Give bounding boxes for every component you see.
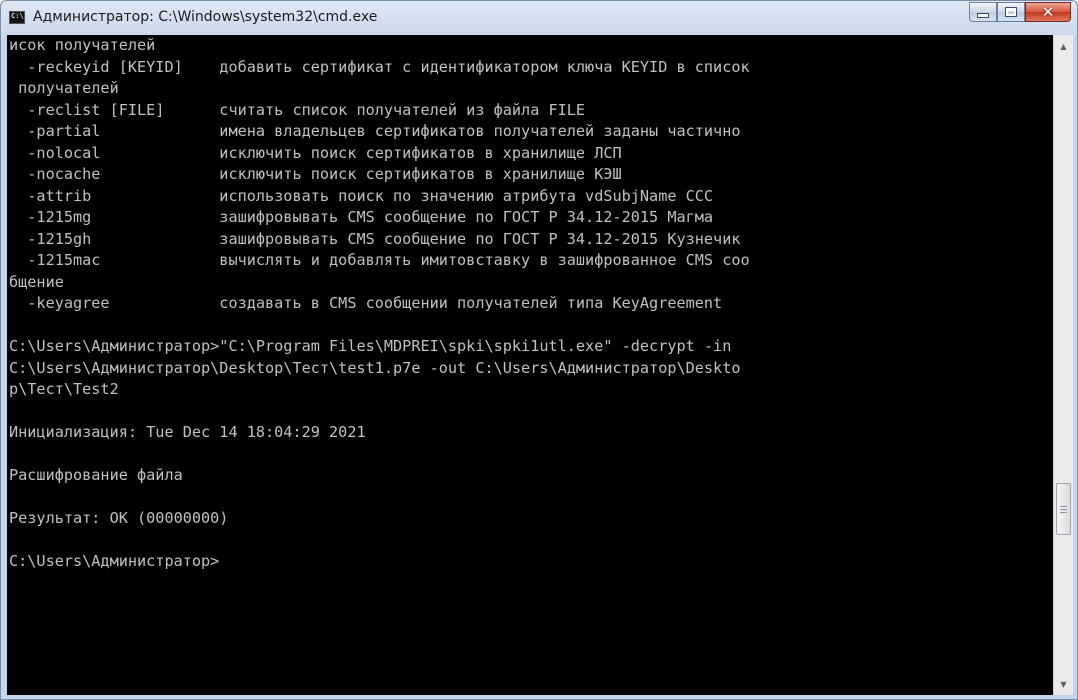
caption-buttons: ✕ — [969, 2, 1071, 22]
scroll-down-arrow-icon: ▼ — [1060, 679, 1067, 689]
console-line: -attrib использовать поиск по значению а… — [9, 186, 714, 205]
console-line: p\Тест\Test2 — [9, 380, 119, 398]
maximize-button[interactable] — [997, 2, 1025, 22]
console-line: C:\Users\Администратор>"C:\Program Files… — [9, 337, 732, 355]
console-line: -partial имена владельцев сертификатов п… — [9, 122, 741, 140]
grip-icon — [1060, 505, 1067, 513]
console-line: -1215gh зашифровывать CMS сообщение по Г… — [9, 229, 741, 248]
title-bar[interactable]: Администратор: C:\Windows\system32\cmd.e… — [1, 1, 1077, 35]
scroll-up-button[interactable]: ▲ — [1054, 37, 1073, 55]
console-line: -reckeyid [KEYID] добавить сертификат с … — [9, 57, 750, 76]
console-line: C:\Users\Администратор\Desktop\Тест\test… — [9, 358, 741, 377]
close-button[interactable]: ✕ — [1025, 2, 1071, 22]
console-line: -reclist [FILE] считать список получател… — [9, 100, 586, 119]
console-line: -nolocal исключить поиск сертификатов в … — [9, 143, 622, 162]
console-line: -1215mac вычислять и добавлять имитовста… — [9, 251, 750, 269]
scrollbar-thumb[interactable] — [1056, 483, 1071, 535]
console-line: -1215mg зашифровывать CMS сообщение по Г… — [9, 208, 714, 226]
vertical-scrollbar[interactable]: ▲ ▼ — [1053, 35, 1073, 695]
cmd-console-icon[interactable] — [9, 11, 25, 24]
scroll-up-arrow-icon: ▲ — [1060, 41, 1067, 51]
console-output[interactable]: исок получателей -reckeyid [KEYID] добав… — [9, 35, 1047, 695]
scroll-down-button[interactable]: ▼ — [1054, 675, 1073, 693]
cmd-window: Администратор: C:\Windows\system32\cmd.e… — [0, 0, 1078, 700]
minimize-icon — [977, 13, 989, 18]
console-line: исок получателей — [9, 36, 156, 54]
console-line: -keyagree создавать в CMS сообщении полу… — [9, 294, 723, 312]
close-icon: ✕ — [1041, 2, 1055, 21]
console-line: получателей — [9, 79, 119, 97]
console-line: C:\Users\Администратор> — [9, 552, 220, 570]
console-line: бщение — [9, 272, 64, 291]
console-line: -nocache исключить поиск сертификатов в … — [9, 165, 622, 183]
window-title: Администратор: C:\Windows\system32\cmd.e… — [33, 9, 378, 25]
minimize-button[interactable] — [969, 2, 997, 22]
maximize-icon — [1005, 7, 1017, 17]
console-area[interactable]: исок получателей -reckeyid [KEYID] добав… — [7, 35, 1073, 695]
console-line: Расшифрование файла — [9, 466, 183, 484]
console-line: Инициализация: Tue Dec 14 18:04:29 2021 — [9, 423, 366, 441]
console-line: Результат: OK (00000000) — [9, 509, 229, 527]
